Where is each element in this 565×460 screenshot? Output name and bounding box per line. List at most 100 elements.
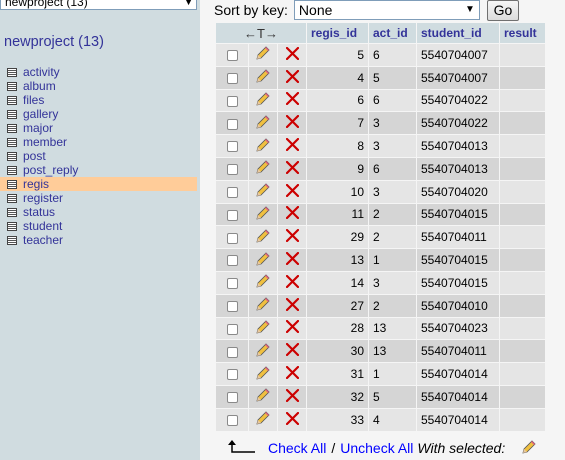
delete-icon[interactable]	[285, 365, 299, 382]
column-header-student-id[interactable]: student_id	[417, 23, 499, 43]
row-checkbox[interactable]	[226, 164, 238, 176]
delete-icon[interactable]	[285, 229, 299, 245]
table-list-item[interactable]: teacher	[0, 233, 197, 247]
table-name-link[interactable]: member	[23, 135, 67, 149]
pencil-icon[interactable]	[255, 410, 271, 429]
table-icon[interactable]	[7, 221, 17, 231]
delete-icon[interactable]	[285, 388, 299, 405]
table-list-item[interactable]: gallery	[0, 107, 197, 121]
pencil-icon[interactable]	[255, 205, 271, 224]
table-icon[interactable]	[7, 179, 17, 189]
pencil-icon[interactable]	[255, 159, 271, 178]
table-icon[interactable]	[7, 137, 17, 147]
column-header-regis-id[interactable]: regis_id	[307, 23, 368, 43]
table-name-link[interactable]: register	[23, 191, 63, 205]
table-name-link[interactable]: regis	[23, 177, 49, 191]
delete-icon[interactable]	[285, 46, 299, 63]
delete-icon[interactable]	[285, 160, 299, 177]
row-checkbox[interactable]	[226, 255, 238, 267]
database-select[interactable]: newproject (13) ▼	[0, 0, 197, 10]
table-name-link[interactable]: activity	[23, 65, 60, 79]
uncheck-all-link[interactable]: Uncheck All	[340, 440, 413, 456]
row-checkbox[interactable]	[226, 187, 238, 198]
row-checkbox[interactable]	[226, 392, 238, 404]
pencil-icon[interactable]	[255, 137, 271, 156]
delete-icon[interactable]	[285, 115, 299, 131]
table-icon[interactable]	[7, 95, 17, 105]
table-icon[interactable]	[7, 207, 17, 217]
go-button[interactable]: Go	[486, 0, 519, 21]
table-list-item[interactable]: files	[0, 93, 197, 107]
table-icon[interactable]	[7, 67, 17, 77]
table-name-link[interactable]: major	[23, 121, 53, 135]
pencil-icon[interactable]	[521, 439, 537, 458]
table-name-link[interactable]: files	[23, 93, 44, 107]
pencil-icon[interactable]	[255, 296, 271, 315]
delete-icon[interactable]	[285, 411, 299, 428]
table-list-item[interactable]: post_reply	[0, 163, 197, 177]
pencil-icon[interactable]	[255, 91, 271, 110]
table-name-link[interactable]: album	[23, 79, 56, 93]
pencil-icon[interactable]	[255, 251, 271, 270]
table-list-item[interactable]: album	[0, 79, 197, 93]
delete-icon[interactable]	[285, 206, 299, 222]
delete-icon[interactable]	[285, 251, 299, 268]
pencil-icon[interactable]	[255, 114, 271, 133]
row-checkbox[interactable]	[226, 141, 238, 153]
table-icon[interactable]	[7, 193, 17, 203]
table-list-item[interactable]: activity	[0, 65, 197, 79]
delete-icon[interactable]	[285, 183, 299, 200]
row-checkbox[interactable]	[226, 118, 238, 130]
table-list-item[interactable]: major	[0, 121, 197, 135]
row-checkbox[interactable]	[226, 50, 238, 62]
table-name-link[interactable]: teacher	[23, 233, 63, 247]
row-checkbox[interactable]	[226, 369, 238, 381]
table-name-link[interactable]: post	[23, 149, 46, 163]
pencil-icon[interactable]	[255, 182, 271, 201]
table-icon[interactable]	[7, 235, 17, 245]
delete-icon[interactable]	[285, 297, 299, 314]
row-checkbox[interactable]	[226, 414, 238, 426]
table-list-item[interactable]: regis	[0, 177, 197, 191]
delete-icon[interactable]	[285, 137, 299, 154]
row-checkbox[interactable]	[226, 209, 238, 221]
table-name-link[interactable]: student	[23, 219, 62, 233]
table-name-link[interactable]: gallery	[23, 107, 58, 121]
table-list-item[interactable]: status	[0, 205, 197, 219]
row-checkbox[interactable]	[226, 278, 238, 290]
row-checkbox[interactable]	[226, 323, 238, 335]
table-name-link[interactable]: status	[23, 205, 55, 219]
table-icon[interactable]	[7, 165, 17, 175]
pencil-icon[interactable]	[255, 273, 271, 292]
pencil-icon[interactable]	[255, 342, 271, 361]
delete-icon[interactable]	[285, 343, 299, 359]
pencil-icon[interactable]	[255, 319, 271, 338]
check-all-link[interactable]: Check All	[268, 440, 326, 456]
table-list-item[interactable]: register	[0, 191, 197, 205]
pencil-icon[interactable]	[255, 68, 271, 87]
delete-icon[interactable]	[285, 92, 299, 108]
column-header-act-id[interactable]: act_id	[369, 23, 416, 43]
delete-icon[interactable]	[285, 274, 299, 291]
table-list-item[interactable]: post	[0, 149, 197, 163]
table-list-item[interactable]: student	[0, 219, 197, 233]
column-header-result[interactable]: result	[500, 23, 545, 43]
pencil-icon[interactable]	[255, 387, 271, 406]
row-checkbox[interactable]	[226, 346, 238, 358]
table-icon[interactable]	[7, 123, 17, 133]
table-icon[interactable]	[7, 151, 17, 161]
row-checkbox[interactable]	[226, 232, 238, 244]
table-name-link[interactable]: post_reply	[23, 163, 78, 177]
pencil-icon[interactable]	[255, 365, 271, 384]
pencil-icon[interactable]	[255, 228, 271, 247]
pencil-icon[interactable]	[255, 45, 271, 64]
row-checkbox[interactable]	[226, 73, 238, 85]
row-checkbox[interactable]	[226, 300, 238, 312]
delete-icon[interactable]	[285, 320, 299, 336]
table-list-item[interactable]: member	[0, 135, 197, 149]
row-checkbox[interactable]	[226, 95, 238, 107]
table-icon[interactable]	[7, 109, 17, 119]
delete-icon[interactable]	[285, 69, 299, 86]
database-title-link[interactable]: newproject (13)	[4, 34, 104, 50]
sort-key-select[interactable]: None ▼	[293, 0, 480, 20]
